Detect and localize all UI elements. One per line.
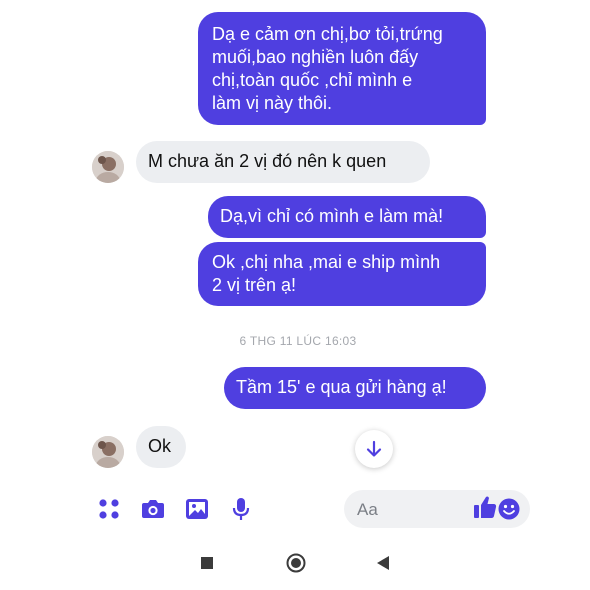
chat-screen: Dạ e cảm ơn chị,bơ tỏi,trứng muối,bao ng… xyxy=(78,0,530,590)
microphone-icon xyxy=(232,498,250,520)
message-timestamp: 6 THG 11 LÚC 16:03 xyxy=(239,334,357,348)
like-icon xyxy=(474,496,497,518)
message-input[interactable]: Aa xyxy=(344,490,530,528)
back-triangle-icon xyxy=(377,556,389,570)
message-bubble-outgoing[interactable]: Tầm 15' e qua gửi hàng ạ! xyxy=(224,367,486,409)
message-bubble-outgoing[interactable]: Dạ,vì chỉ có mình e làm mà! xyxy=(208,196,486,238)
gallery-icon xyxy=(186,499,208,519)
like-button[interactable] xyxy=(472,495,498,519)
apps-icon xyxy=(99,499,119,519)
recents-button[interactable] xyxy=(200,556,214,575)
contact-avatar[interactable] xyxy=(92,151,124,183)
message-bubble-incoming[interactable]: M chưa ăn 2 vị đó nên k quen xyxy=(136,141,430,183)
arrow-down-icon xyxy=(366,440,382,457)
message-composer: Aa xyxy=(78,486,530,532)
contact-avatar[interactable] xyxy=(92,436,124,468)
voice-button[interactable] xyxy=(228,497,254,521)
back-button[interactable] xyxy=(376,555,390,576)
avatar-image xyxy=(92,151,124,183)
system-navigation-bar xyxy=(78,540,512,590)
home-button[interactable] xyxy=(286,553,306,578)
message-bubble-outgoing[interactable]: Ok ,chị nha ,mai e ship mình 2 vị trên ạ… xyxy=(198,242,486,306)
apps-button[interactable] xyxy=(96,497,122,521)
message-bubble-outgoing[interactable]: Dạ e cảm ơn chị,bơ tỏi,trứng muối,bao ng… xyxy=(198,12,486,125)
home-circle-icon xyxy=(286,553,306,573)
camera-icon xyxy=(142,500,164,518)
scroll-to-bottom-button[interactable] xyxy=(355,430,393,468)
avatar-image xyxy=(92,436,124,468)
message-input-placeholder: Aa xyxy=(357,500,378,519)
camera-button[interactable] xyxy=(140,497,166,521)
emoji-icon[interactable] xyxy=(498,498,520,520)
message-bubble-incoming[interactable]: Ok xyxy=(136,426,186,468)
recents-square-icon xyxy=(201,557,213,569)
gallery-button[interactable] xyxy=(184,497,210,521)
